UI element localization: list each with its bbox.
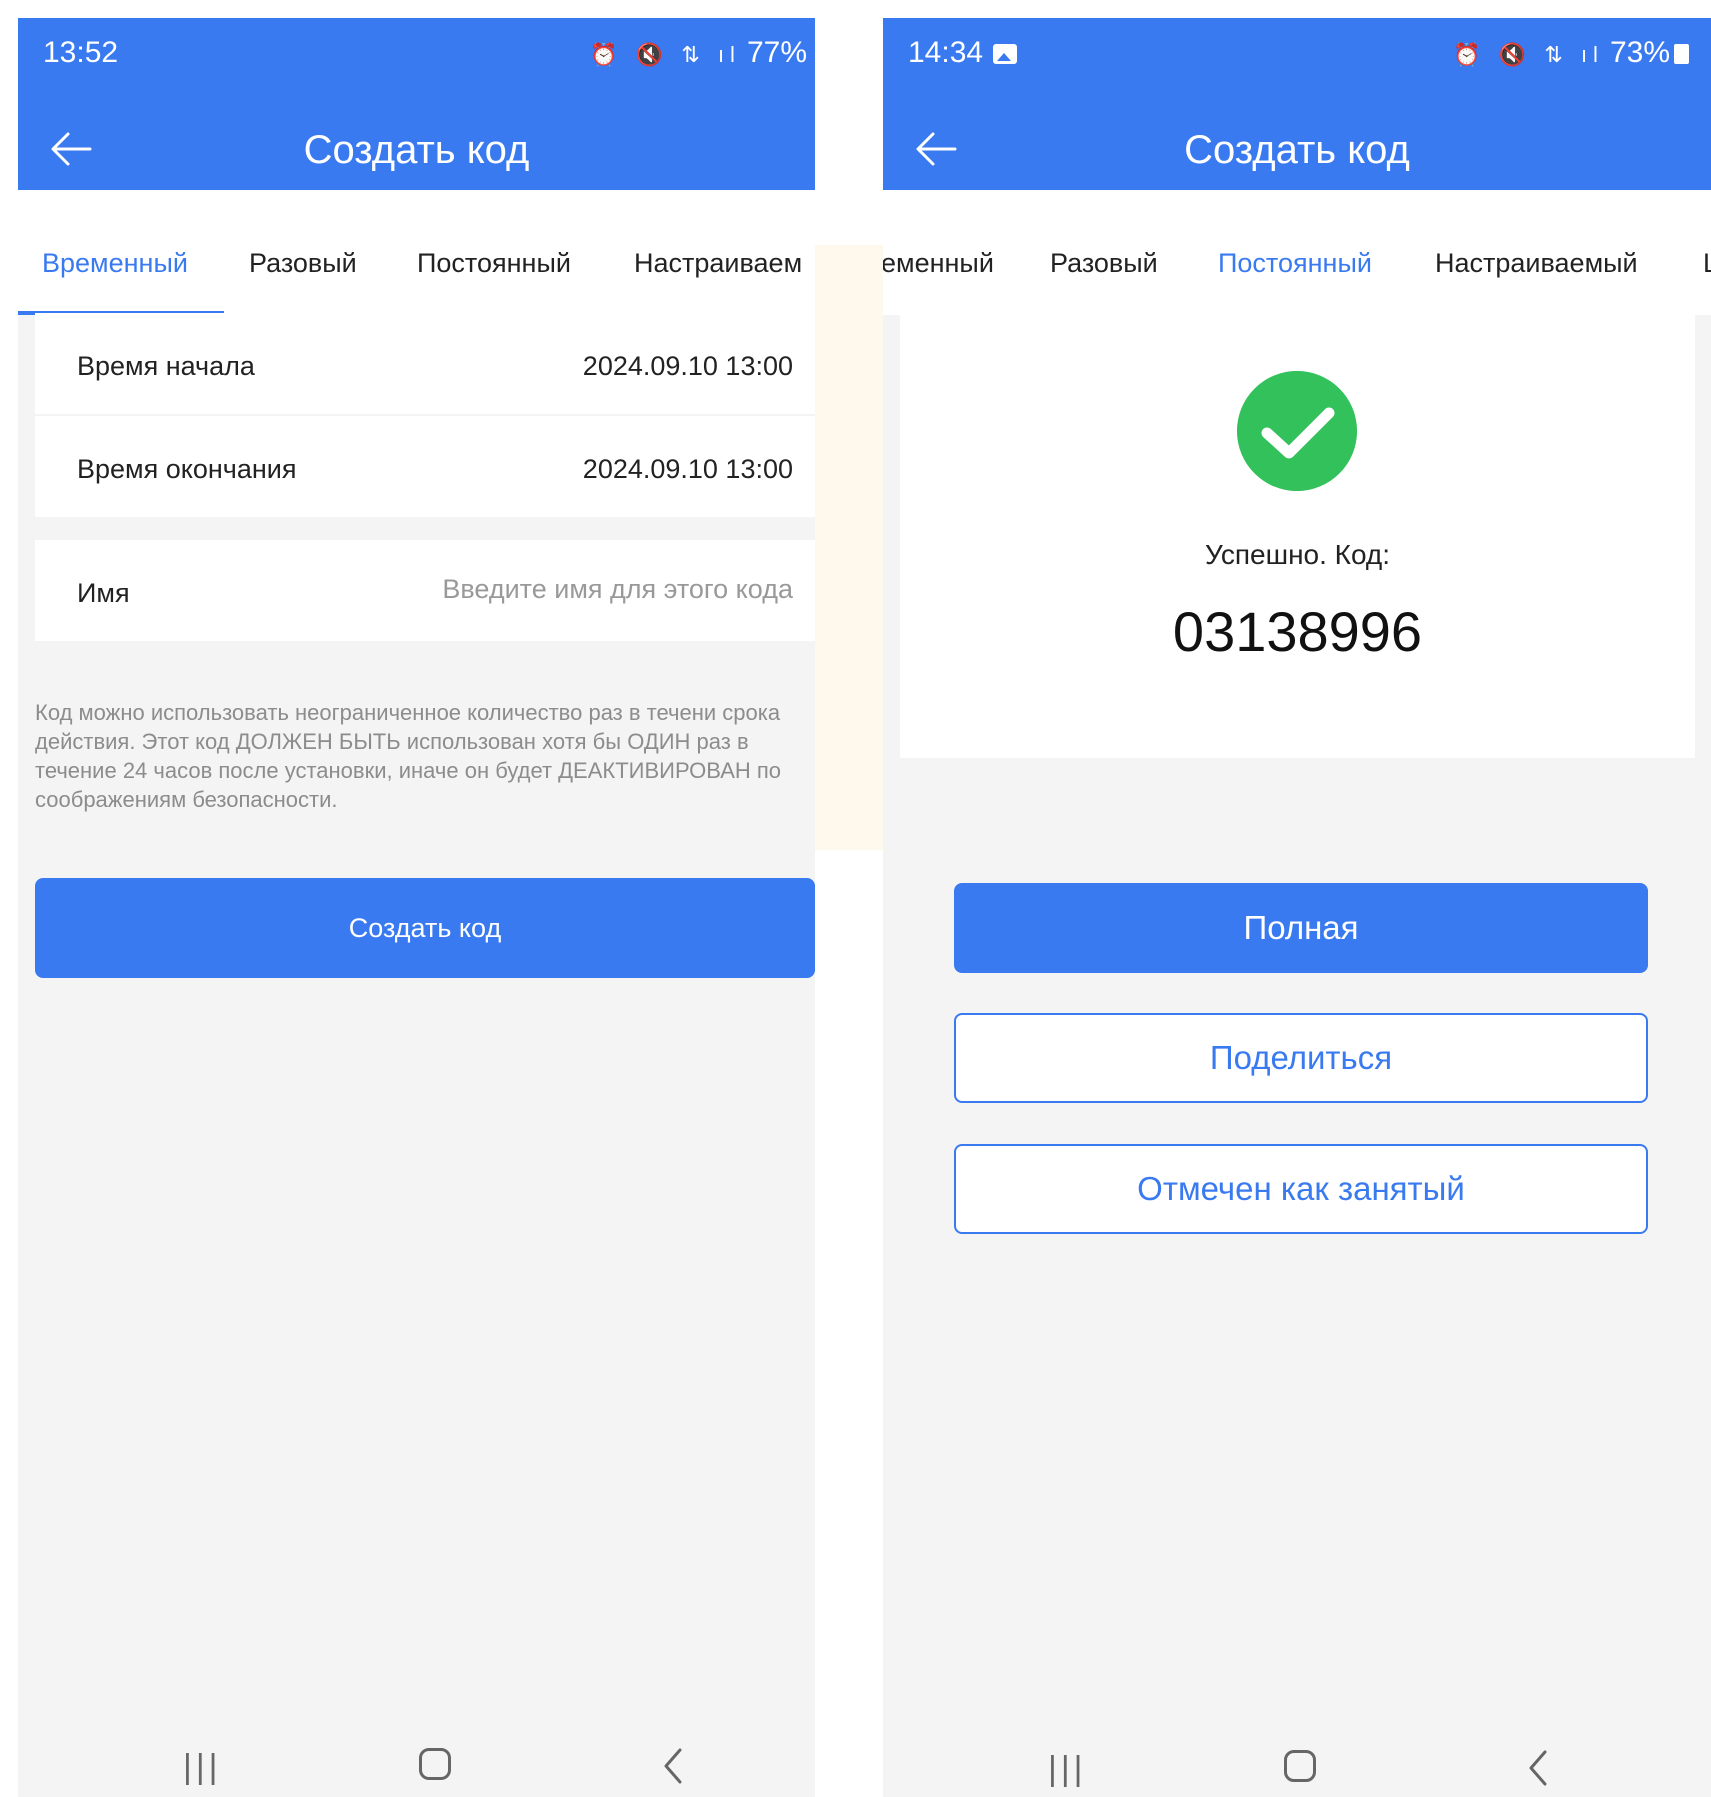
- app-bar: 13:52 ⏰ 🔇 ⇅ ıl 77% Создать код: [18, 18, 815, 190]
- tab-custom[interactable]: Настраиваем: [634, 248, 802, 279]
- name-row: Имя: [35, 540, 815, 641]
- end-time-row[interactable]: Время окончания 2024.09.10 13:00: [35, 416, 815, 517]
- tab-overflow[interactable]: L: [1703, 248, 1711, 279]
- battery-percent: 73%: [1609, 36, 1670, 69]
- tab-one-time[interactable]: Разовый: [249, 248, 357, 279]
- status-bar-right: ⏰ 🔇 ⇅ ıl 73%: [1453, 36, 1689, 70]
- start-time-row[interactable]: Время начала 2024.09.10 13:00: [35, 313, 815, 414]
- gallery-notification-icon: [993, 44, 1018, 64]
- tab-temporary[interactable]: еменный: [883, 248, 994, 279]
- full-button[interactable]: Полная: [954, 883, 1648, 973]
- mark-used-button[interactable]: Отмечен как занятый: [954, 1144, 1648, 1234]
- recent-apps-icon[interactable]: |||: [1048, 1750, 1087, 1789]
- system-nav-bar: |||: [18, 1738, 815, 1797]
- status-bar-right: ⏰ 🔇 ⇅ ıl 77%: [590, 36, 807, 70]
- create-code-button[interactable]: Создать код: [35, 878, 815, 978]
- start-time-label: Время начала: [77, 351, 255, 381]
- tab-permanent[interactable]: Постоянный: [417, 248, 571, 279]
- checkmark-circle-icon: [1237, 371, 1357, 491]
- generated-code: 03138996: [1172, 600, 1423, 663]
- tab-custom[interactable]: Настраиваемый: [1435, 248, 1638, 279]
- right-phone-screen: 14:34 ⏰ 🔇 ⇅ ıl 73% Создать код еменный Ра…: [883, 18, 1711, 1797]
- status-time: 13:52: [43, 36, 119, 69]
- status-time-text: 14:34: [908, 36, 984, 69]
- status-icons: ⏰ 🔇 ⇅ ıl: [1453, 42, 1604, 67]
- recent-apps-icon[interactable]: |||: [183, 1748, 222, 1787]
- tab-bar: еменный Разовый Постоянный Настраиваемый…: [883, 190, 1711, 315]
- tab-one-time[interactable]: Разовый: [1050, 248, 1158, 279]
- system-nav-bar: |||: [883, 1740, 1711, 1797]
- status-icons: ⏰ 🔇 ⇅ ıl: [590, 42, 741, 67]
- watermark-strip: [815, 245, 883, 850]
- share-button[interactable]: Поделиться: [954, 1013, 1648, 1103]
- name-label: Имя: [77, 578, 130, 608]
- home-icon[interactable]: [419, 1748, 451, 1780]
- tab-permanent[interactable]: Постоянный: [1218, 248, 1372, 279]
- name-input[interactable]: [373, 574, 793, 605]
- home-icon[interactable]: [1284, 1750, 1316, 1782]
- success-card: Успешно. Код: 03138996: [900, 311, 1695, 758]
- chevron-left-icon[interactable]: [1523, 1746, 1553, 1790]
- end-time-label: Время окончания: [77, 454, 297, 484]
- end-time-value: 2024.09.10 13:00: [582, 454, 793, 484]
- battery-percent: 77%: [746, 36, 807, 69]
- chevron-left-icon[interactable]: [658, 1744, 688, 1788]
- status-time: 14:34: [908, 36, 1018, 70]
- left-phone-screen: 13:52 ⏰ 🔇 ⇅ ıl 77% Создать код Временный …: [18, 18, 815, 1797]
- app-bar: 14:34 ⏰ 🔇 ⇅ ıl 73% Создать код: [883, 18, 1711, 190]
- tab-bar: Временный Разовый Постоянный Настраиваем: [18, 190, 815, 315]
- page-title: Создать код: [1184, 128, 1410, 172]
- code-usage-note: Код можно использовать неограниченное ко…: [35, 700, 782, 812]
- page-title: Создать код: [303, 128, 530, 172]
- battery-icon: [1674, 44, 1689, 64]
- start-time-value: 2024.09.10 13:00: [582, 351, 793, 381]
- success-label: Успешно. Код:: [1204, 539, 1391, 570]
- tab-temporary[interactable]: Временный: [42, 248, 188, 279]
